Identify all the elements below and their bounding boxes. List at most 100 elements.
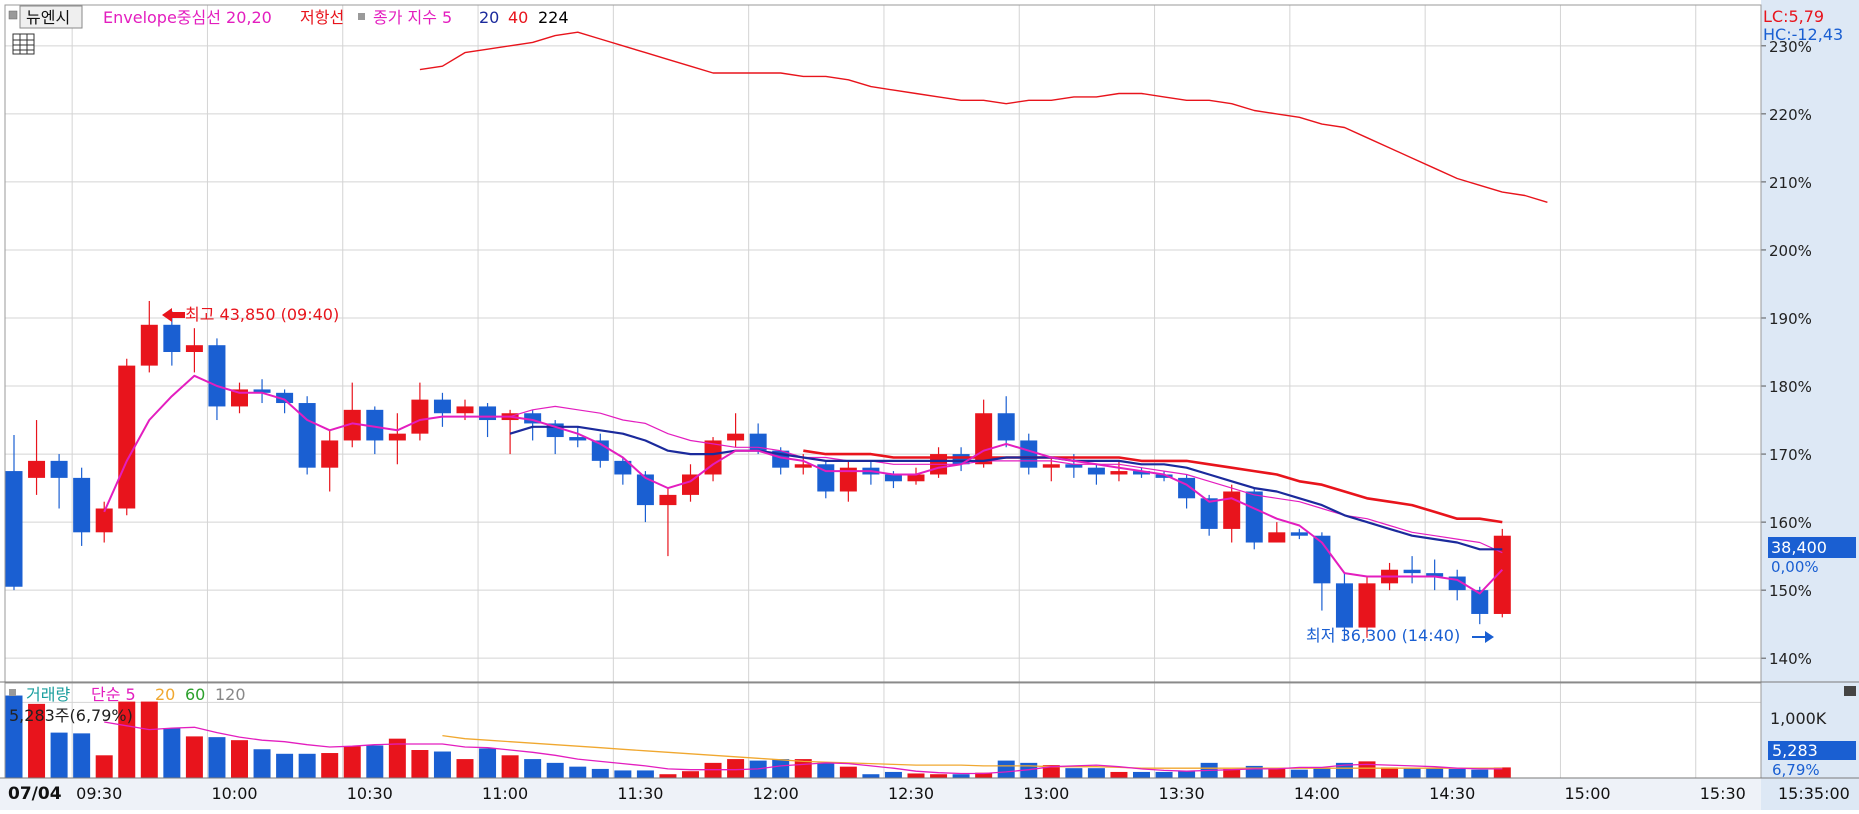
volume-bar — [1268, 768, 1286, 778]
candle-body — [659, 494, 677, 506]
last-price-pct: 0,00% — [1771, 558, 1819, 576]
candle-body — [95, 508, 113, 533]
resistance-label[interactable]: 저항선 — [300, 8, 344, 27]
volume-bar — [524, 759, 542, 778]
volume-bar — [411, 750, 429, 778]
volume-bar — [298, 753, 316, 778]
volume-bar — [997, 760, 1015, 778]
volume-bar — [727, 759, 745, 778]
candle-body — [1223, 491, 1241, 529]
volume-bar — [546, 762, 564, 778]
chart-background — [0, 0, 1859, 810]
end-time-label: 15:35:00 — [1778, 784, 1850, 803]
candle-body — [140, 324, 158, 366]
volume-bar — [704, 762, 722, 778]
volume-bar — [907, 773, 925, 778]
volume-bar — [95, 755, 113, 778]
ma-name[interactable]: 종가 지수 5 — [373, 8, 452, 27]
volume-bar — [1313, 767, 1331, 778]
y-tick-label: 180% — [1769, 378, 1812, 396]
volume-bar — [479, 748, 497, 778]
candle-body — [569, 437, 587, 441]
volume-name[interactable]: 거래량 — [26, 685, 70, 704]
volume-bar — [50, 732, 68, 778]
candle-body — [479, 406, 497, 421]
candle-body — [411, 399, 429, 434]
volume-bar — [140, 701, 158, 778]
volume-bar — [433, 751, 451, 778]
ma-toggle-icon[interactable] — [358, 13, 365, 20]
candle-body — [1245, 491, 1263, 543]
volume-current: 5,283주(6,79%) — [9, 706, 133, 725]
y-tick-label: 220% — [1769, 106, 1812, 124]
volume-bar — [636, 770, 654, 778]
volume-bar — [253, 749, 271, 778]
candle-body — [5, 471, 23, 587]
candle-body — [50, 460, 68, 478]
header-button-label[interactable]: 뉴엔시 — [26, 8, 70, 27]
candle-body — [28, 460, 46, 478]
volume-bar — [185, 736, 203, 778]
candle-body — [1268, 532, 1286, 543]
volume-bar — [1155, 771, 1173, 778]
volume-bar — [569, 766, 587, 778]
volume-bar — [1290, 769, 1308, 778]
candle-body — [794, 464, 812, 468]
volume-bar — [614, 770, 632, 778]
low-label: 최저 36,300 (14:40) — [1306, 626, 1460, 645]
candle-body — [1200, 498, 1218, 529]
ma40-label[interactable]: 40 — [508, 8, 528, 27]
volume-bar — [163, 728, 181, 778]
volume-ma-type[interactable]: 단순 5 — [91, 685, 136, 704]
volume-bar — [659, 774, 677, 778]
candle-body — [163, 324, 181, 353]
volume-ma60-label[interactable]: 60 — [185, 685, 205, 704]
volume-bar — [1110, 771, 1128, 778]
lc-label: LC:5,79 — [1763, 7, 1824, 26]
volume-bar — [1471, 769, 1489, 778]
volume-bar — [817, 762, 835, 778]
ma224-label[interactable]: 224 — [538, 8, 569, 27]
volume-toggle-icon[interactable] — [9, 689, 16, 696]
volume-bar — [1087, 768, 1105, 778]
x-tick-label: 14:00 — [1294, 784, 1340, 803]
high-label: 최고 43,850 (09:40) — [185, 305, 339, 324]
volume-ma20-label[interactable]: 20 — [155, 685, 175, 704]
header-toggle-icon[interactable] — [8, 10, 18, 20]
candle-body — [388, 433, 406, 441]
volume-bar — [1426, 768, 1444, 778]
volume-bar — [952, 774, 970, 778]
ma20-label[interactable]: 20 — [479, 8, 499, 27]
y-tick-label: 140% — [1769, 650, 1812, 668]
candle-body — [208, 345, 226, 407]
indicator-name[interactable]: Envelope중심선 20,20 — [103, 8, 272, 27]
x-tick-label: 10:30 — [347, 784, 393, 803]
high-annotation: 최고 43,850 (09:40) — [162, 305, 339, 324]
volume-panel-close-icon[interactable] — [1844, 686, 1856, 696]
volume-bar — [930, 774, 948, 778]
volume-ma120-label[interactable]: 120 — [215, 685, 246, 704]
volume-bar — [231, 740, 248, 778]
volume-bar — [772, 759, 790, 778]
x-tick-label: 13:00 — [1023, 784, 1069, 803]
y-tick-label: 210% — [1769, 174, 1812, 192]
candle-body — [727, 433, 745, 441]
candle-body — [298, 403, 316, 468]
volume-bar — [1381, 767, 1399, 778]
candle-body — [118, 365, 136, 509]
candle-body — [1290, 532, 1308, 536]
grid-table-icon[interactable] — [12, 33, 35, 55]
candle-body — [997, 413, 1015, 441]
candle-body — [1403, 569, 1421, 574]
volume-bar — [501, 755, 519, 778]
date-label: 07/04 — [8, 784, 62, 804]
volume-bar — [276, 753, 294, 778]
candle-body — [952, 454, 970, 465]
candle-body — [185, 345, 203, 353]
volume-bar — [1448, 768, 1466, 778]
x-tick-label: 15:00 — [1564, 784, 1610, 803]
x-tick-label: 12:30 — [888, 784, 934, 803]
time-axis-panel — [0, 778, 1761, 810]
hc-label: HC:-12,43 — [1763, 25, 1843, 44]
volume-bar — [591, 768, 609, 778]
